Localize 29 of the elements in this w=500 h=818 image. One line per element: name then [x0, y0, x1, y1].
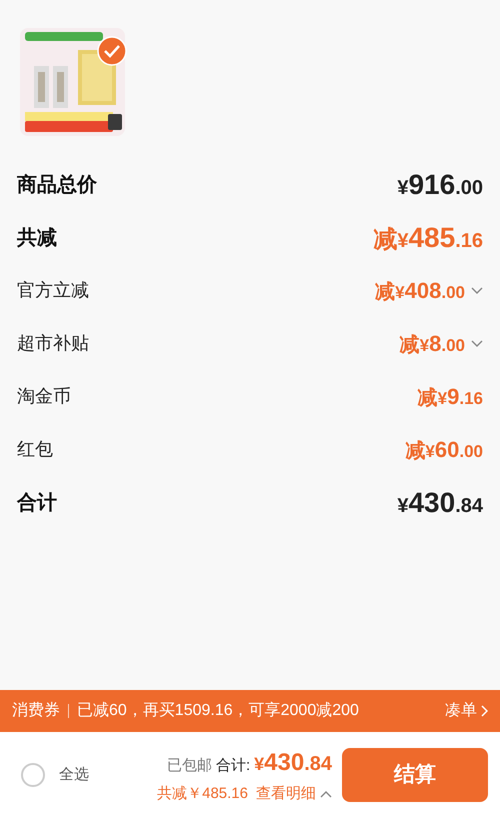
amount: 减¥9.16 [418, 383, 483, 411]
row-label: 合计 [17, 490, 57, 516]
amount: ¥916.00 [397, 168, 483, 202]
add-items-link[interactable]: 凑单 [445, 699, 488, 723]
row-label: 超市补贴 [17, 332, 89, 355]
checkmark-icon[interactable] [97, 36, 127, 66]
chevron-right-icon [481, 705, 488, 717]
chevron-up-icon [320, 790, 332, 798]
view-details-link[interactable]: 查看明细 [256, 782, 332, 806]
total-amount: ¥430.84 [254, 748, 332, 778]
amount: 减¥60.00 [405, 436, 483, 464]
saved-amount: 共减￥485.16 [157, 784, 248, 804]
coupon-label: 消费券 [12, 700, 60, 721]
total-label: 合计: [216, 756, 250, 776]
row-label: 共减 [17, 226, 57, 250]
chevron-down-icon [471, 340, 483, 348]
checkout-button[interactable]: 结算 [342, 748, 488, 802]
row-label: 淘金币 [17, 385, 71, 408]
row-label: 红包 [17, 438, 53, 461]
coupon-message: 已减60，再买1509.16，可享2000减200 [77, 700, 360, 721]
free-shipping-label: 已包邮 [166, 756, 212, 776]
amount: 减¥8.00 [400, 330, 465, 358]
row-label: 商品总价 [17, 172, 97, 198]
amount: ¥430.84 [397, 486, 483, 520]
amount: 减¥485.16 [373, 220, 483, 254]
chevron-down-icon [471, 286, 483, 294]
amount: 减¥408.00 [375, 277, 465, 305]
select-all-checkbox[interactable]: 全选 [21, 763, 89, 787]
row-label: 官方立减 [17, 279, 89, 302]
